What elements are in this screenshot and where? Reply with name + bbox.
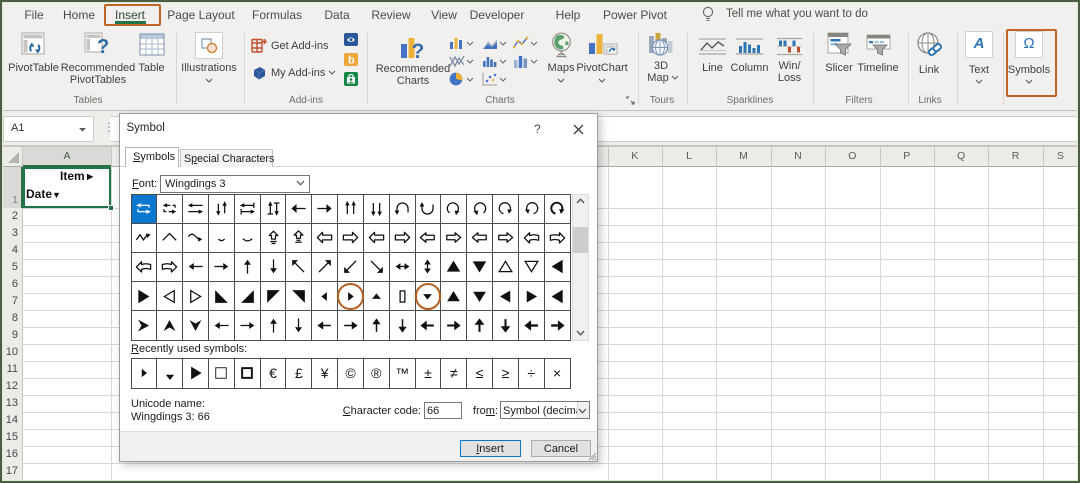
svg-text:b: b [348,55,355,67]
svg-text:?: ? [97,36,109,58]
svg-text:?: ? [412,40,425,62]
